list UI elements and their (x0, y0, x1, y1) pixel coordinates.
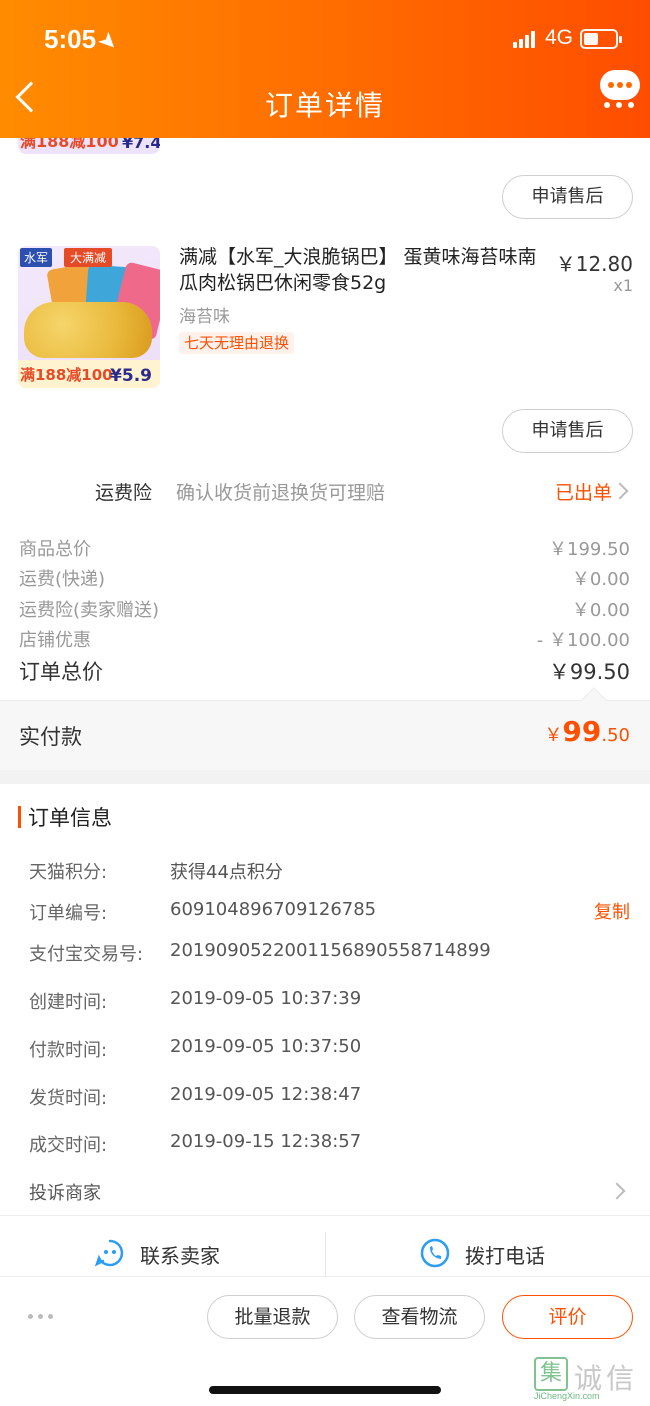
contact-separator (325, 1232, 326, 1276)
contact-seller-button[interactable]: 联系卖家 (140, 1240, 220, 1269)
image-price-text: ¥5.9 (110, 366, 152, 386)
battery-icon (580, 29, 622, 49)
info-label-shipped: 发货时间: (29, 1088, 108, 1109)
product-quantity: x1 (613, 276, 633, 295)
divider (0, 1276, 650, 1277)
status-time: 5:05➤ (44, 24, 122, 56)
image-brand-tag: 大满减 (64, 248, 113, 267)
order-total-label: 订单总价 (19, 660, 103, 684)
copy-order-number-button[interactable]: 复制 (594, 898, 630, 924)
summary-label-insurance: 运费险(卖家赠送) (19, 600, 160, 621)
info-label-order-no: 订单编号: (29, 903, 108, 924)
after-sale-button-1[interactable]: 申请售后 (502, 175, 633, 219)
product-image[interactable]: 水军 大满减 满188减100 ¥5.9 (18, 246, 160, 388)
summary-value-shipping: ￥0.00 (571, 569, 630, 590)
info-value-shipped: 2019-09-05 12:38:47 (170, 1084, 362, 1105)
info-label-completed: 成交时间: (29, 1135, 108, 1156)
after-sale-button-2[interactable]: 申请售后 (502, 409, 633, 453)
info-label-alipay-no: 支付宝交易号: (29, 944, 144, 965)
info-label-paid: 付款时间: (29, 1040, 108, 1061)
image-brand-label: 水军 (20, 248, 53, 267)
product-spec: 海苔味 (179, 307, 230, 327)
home-indicator[interactable] (209, 1386, 441, 1394)
more-dots-icon[interactable] (604, 102, 634, 108)
summary-label-goods-total: 商品总价 (19, 539, 91, 560)
view-logistics-button[interactable]: 查看物流 (354, 1295, 485, 1339)
review-button[interactable]: 评价 (502, 1295, 633, 1339)
shipping-insurance-status[interactable]: 已出单 (555, 478, 612, 505)
summary-value-goods-total: ￥199.50 (549, 539, 630, 560)
batch-refund-button[interactable]: 批量退款 (207, 1295, 338, 1339)
info-value-paid: 2019-09-05 10:37:50 (170, 1036, 362, 1057)
product-price: ￥12.80 (555, 252, 633, 276)
summary-value-insurance: ￥0.00 (571, 600, 630, 621)
order-info-title: 订单信息 (28, 806, 112, 830)
return-policy-tag: 七天无理由退换 (179, 332, 295, 354)
pay-notch (581, 687, 607, 713)
shipping-insurance-description: 确认收货前退换货可理赔 (176, 482, 386, 504)
paid-amount-row: 实付款 ￥99.50 (0, 687, 650, 770)
chevron-right-icon[interactable] (608, 1182, 626, 1200)
section-accent-bar (18, 806, 21, 828)
signal-icon (513, 30, 539, 48)
page-title: 订单详情 (264, 89, 385, 122)
watermark-url: JiChengXin.com (534, 1391, 600, 1401)
more-actions-icon[interactable] (28, 1314, 58, 1320)
location-arrow-icon: ➤ (94, 28, 122, 56)
chevron-right-icon[interactable] (611, 482, 629, 500)
phone-icon[interactable] (420, 1238, 450, 1268)
info-value-points: 获得44点积分 (170, 862, 283, 883)
summary-label-discount: 店铺优惠 (19, 630, 91, 651)
info-label-points: 天猫积分: (29, 862, 108, 883)
app-header: 5:05➤ 4G 订单详情 (0, 0, 650, 138)
watermark-logo: 集 诚信 JiChengXin.com (534, 1357, 646, 1401)
call-button[interactable]: 拨打电话 (465, 1240, 545, 1269)
info-value-created: 2019-09-05 10:37:39 (170, 988, 362, 1009)
paid-value: ￥99.50 (544, 715, 630, 748)
info-label-created: 创建时间: (29, 992, 108, 1013)
image-promo-text: 满188减100 (20, 366, 113, 384)
section-gap (0, 770, 650, 784)
divider (0, 1215, 650, 1216)
chips-pile (24, 302, 152, 358)
complaint-merchant-link[interactable]: 投诉商家 (29, 1179, 101, 1205)
order-total-value: ￥99.50 (548, 660, 630, 684)
product-name[interactable]: 满减【水军_大浪脆锅巴】 蛋黄味海苔味南瓜肉松锅巴休闲零食52g (179, 244, 554, 296)
info-value-order-no: 609104896709126785 (170, 899, 377, 920)
network-type: 4G (545, 26, 574, 49)
summary-value-discount: - ￥100.00 (536, 630, 630, 651)
chat-face-icon[interactable] (95, 1238, 125, 1268)
watermark-glyph: 集 (534, 1357, 568, 1391)
message-bubble-icon[interactable] (600, 70, 640, 100)
info-value-completed: 2019-09-15 12:38:57 (170, 1131, 362, 1152)
summary-label-shipping: 运费(快递) (19, 569, 106, 590)
shipping-insurance-label: 运费险 (95, 482, 153, 504)
info-value-alipay-no: 2019090522001156890558714899 (170, 940, 491, 961)
paid-label: 实付款 (19, 725, 82, 749)
